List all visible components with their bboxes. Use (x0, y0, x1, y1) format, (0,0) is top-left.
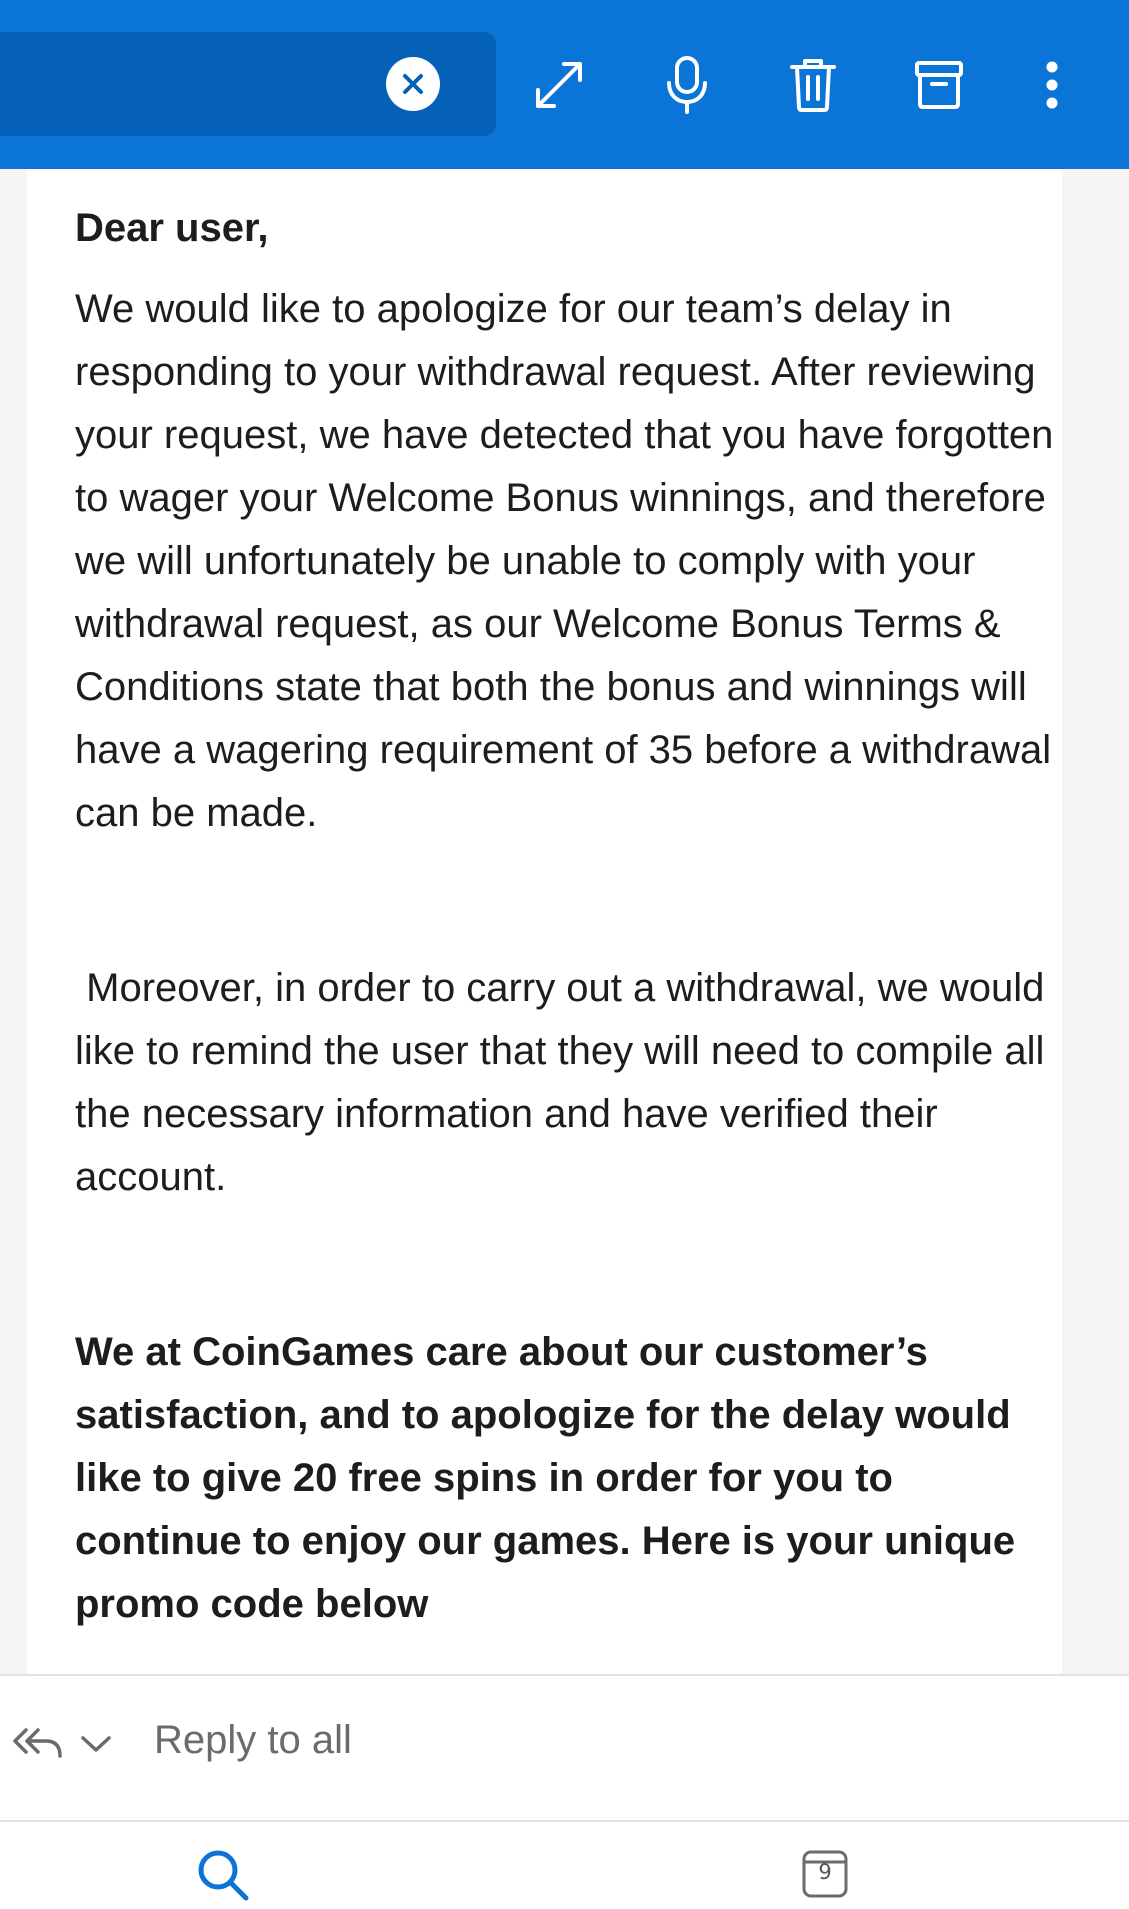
calendar-icon[interactable]: 9 (802, 1848, 848, 1903)
microphone-icon[interactable] (655, 50, 719, 120)
trash-icon[interactable] (781, 50, 845, 120)
archive-icon[interactable] (907, 50, 971, 120)
reply-all-icon[interactable] (12, 1724, 64, 1769)
reply-all-button[interactable]: Reply to all (154, 1718, 352, 1763)
close-icon[interactable] (386, 57, 440, 111)
more-vertical-icon[interactable] (1020, 50, 1084, 120)
email-paragraph-bold: We at CoinGames care about our customer’… (75, 1330, 1016, 1626)
reply-bar: Reply to all (0, 1674, 1129, 1822)
email-paragraph: Moreover, in order to carry out a withdr… (75, 966, 1056, 1199)
top-toolbar (0, 0, 1129, 169)
email-greeting: Dear user, (75, 206, 269, 250)
calendar-day-number: 9 (818, 1860, 832, 1884)
expand-icon[interactable] (527, 50, 591, 120)
email-content: Dear user, We would like to apologize fo… (75, 197, 1055, 1636)
bottom-navigation: 9 (0, 1822, 1129, 1909)
email-paragraph: We would like to apologize for our team’… (75, 287, 1054, 835)
search-icon[interactable] (196, 1848, 250, 1907)
email-body: Dear user, We would like to apologize fo… (27, 169, 1062, 1674)
chevron-down-icon[interactable] (80, 1734, 112, 1759)
